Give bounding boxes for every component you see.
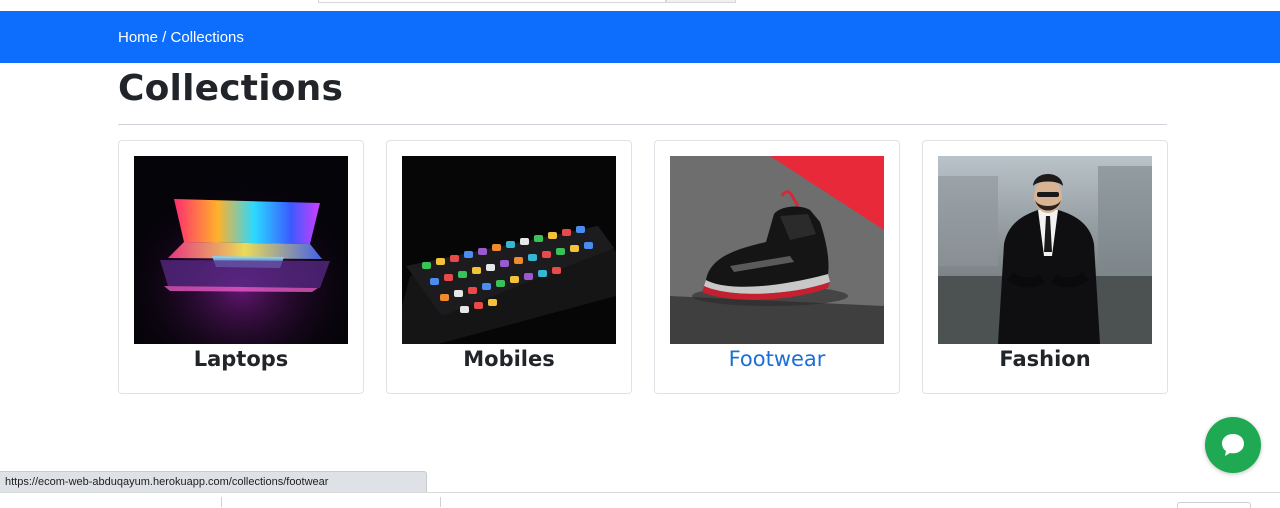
breadcrumb-bar: Home / Collections [0, 11, 1280, 63]
mobile-image[interactable] [402, 156, 616, 344]
bottom-strip [0, 493, 1280, 508]
collection-card-fashion[interactable]: Fashion [922, 140, 1168, 394]
search-input-remnant[interactable] [318, 0, 666, 3]
laptop-image[interactable] [134, 156, 348, 344]
collection-card-mobiles[interactable]: Mobiles [386, 140, 632, 394]
sneaker-image[interactable] [670, 156, 884, 344]
collection-label[interactable]: Mobiles [387, 347, 631, 371]
collection-label[interactable]: Footwear [655, 347, 899, 371]
bottom-control-remnant[interactable] [1177, 502, 1251, 508]
fashion-image[interactable] [938, 156, 1152, 344]
chat-bubble-icon [1222, 434, 1244, 456]
search-button-remnant[interactable] [666, 0, 736, 3]
separator [440, 497, 441, 507]
status-bar-url: https://ecom-web-abduqayum.herokuapp.com… [0, 471, 427, 492]
breadcrumb[interactable]: Home / Collections [118, 29, 244, 46]
page-title: Collections [118, 68, 344, 109]
collection-label[interactable]: Fashion [923, 347, 1167, 371]
chat-button[interactable] [1205, 417, 1261, 473]
browser-top-strip [0, 0, 1280, 11]
collection-label[interactable]: Laptops [119, 347, 363, 371]
separator [221, 497, 222, 507]
title-divider [118, 124, 1167, 125]
collection-card-footwear[interactable]: Footwear [654, 140, 900, 394]
collection-card-laptops[interactable]: Laptops [118, 140, 364, 394]
